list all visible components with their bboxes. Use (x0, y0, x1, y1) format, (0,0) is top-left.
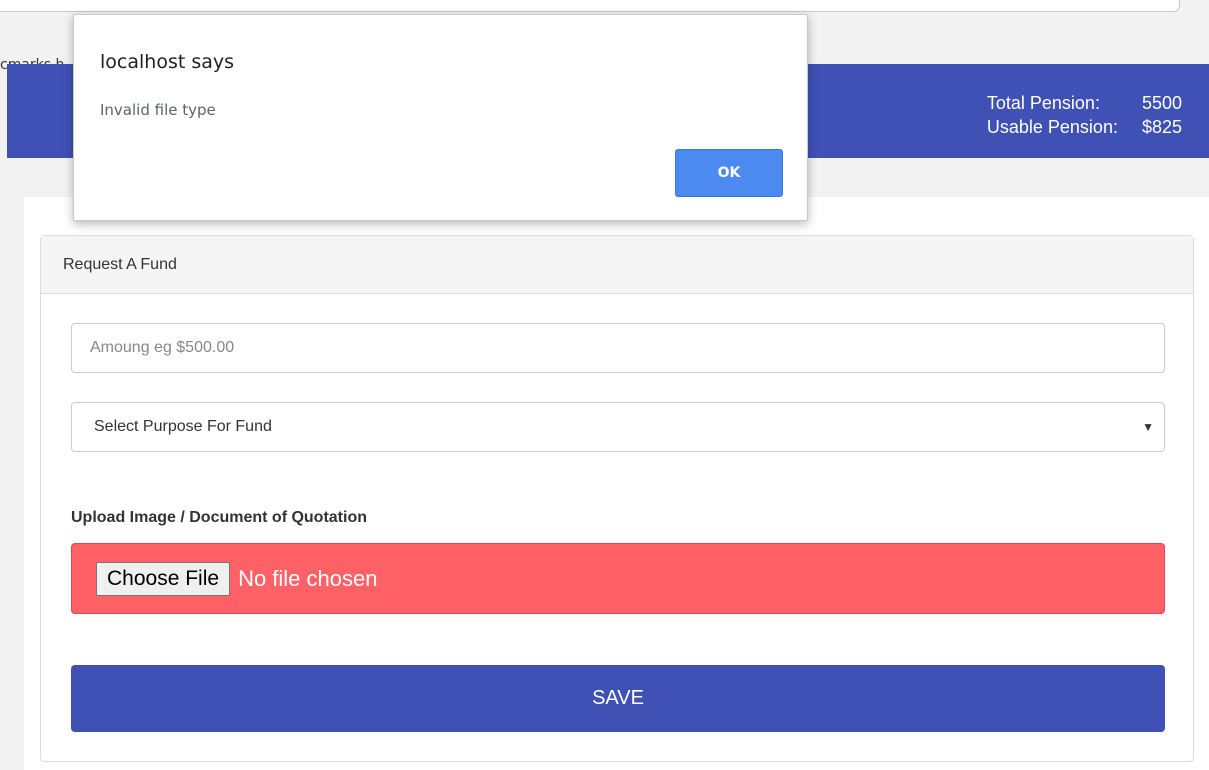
purpose-select[interactable]: Select Purpose For Fund ▼ (71, 402, 1165, 452)
total-pension-value: 5500 (1141, 93, 1182, 113)
dialog-title: localhost says (100, 51, 235, 73)
total-pension-label: Total Pension: (986, 93, 1100, 113)
address-bar[interactable] (0, 0, 1180, 12)
panel-title: Request A Fund (41, 236, 1193, 294)
chevron-down-icon: ▼ (1142, 420, 1154, 434)
upload-label: Upload Image / Document of Quotation (71, 509, 367, 526)
pension-summary: Total Pension: 5500 Usable Pension: $825 (987, 91, 1182, 139)
dialog-message: Invalid file type (100, 101, 216, 119)
usable-pension-value: $825 (1141, 117, 1182, 137)
save-button[interactable]: SAVE (71, 665, 1165, 732)
purpose-selected-value: Select Purpose For Fund (94, 418, 272, 435)
amount-input[interactable] (71, 323, 1165, 373)
file-status-text: No file chosen (238, 565, 378, 591)
file-upload-field: Choose File No file chosen (71, 543, 1165, 614)
usable-pension-label: Usable Pension: (986, 117, 1118, 137)
dialog-ok-button[interactable]: OK (675, 149, 783, 197)
usable-pension-row: Usable Pension: $825 (987, 115, 1182, 139)
choose-file-button[interactable]: Choose File (96, 561, 231, 596)
total-pension-row: Total Pension: 5500 (987, 91, 1182, 115)
alert-dialog: localhost says Invalid file type OK (73, 14, 808, 221)
